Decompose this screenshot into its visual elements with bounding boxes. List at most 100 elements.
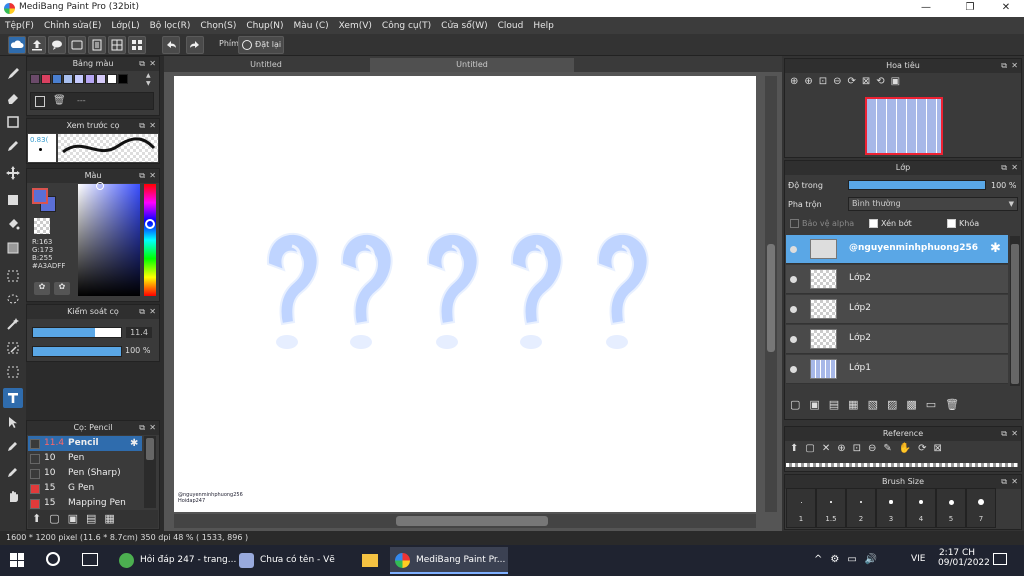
cloud-icon[interactable] bbox=[8, 36, 26, 54]
palette-swatch[interactable] bbox=[74, 74, 84, 84]
input-language[interactable]: VIE bbox=[911, 554, 926, 564]
eye-icon[interactable] bbox=[790, 276, 797, 283]
gradient-tool-icon[interactable] bbox=[3, 238, 23, 258]
rectangle-tool-icon[interactable] bbox=[3, 112, 23, 132]
lock-checkbox[interactable] bbox=[947, 219, 956, 228]
brush-size-cell[interactable]: 4 bbox=[906, 488, 936, 528]
menu-view[interactable]: Xem(V) bbox=[334, 21, 377, 31]
brush-size-value[interactable]: 11.4 bbox=[126, 327, 152, 338]
new-palette-icon[interactable] bbox=[35, 96, 45, 107]
tab-untitled-1[interactable]: Untitled bbox=[166, 58, 366, 72]
menu-layer[interactable]: Lớp(L) bbox=[106, 21, 144, 31]
eye-icon[interactable] bbox=[790, 336, 797, 343]
operation-tool-icon[interactable] bbox=[3, 412, 23, 432]
brush-size-cell[interactable]: 1.5 bbox=[816, 488, 846, 528]
close-icon[interactable]: ✕ bbox=[149, 169, 156, 183]
brush-size-slider[interactable] bbox=[32, 327, 122, 338]
brush-item[interactable]: 11.4 Pencil ✱ bbox=[28, 436, 142, 451]
saturation-value-picker[interactable] bbox=[78, 182, 140, 296]
brush-item[interactable]: 10 Pen bbox=[28, 451, 142, 466]
fill-rect-tool-icon[interactable] bbox=[3, 190, 23, 210]
brush-size-cell[interactable]: 3 bbox=[876, 488, 906, 528]
menu-color[interactable]: Màu (C) bbox=[289, 21, 334, 31]
blend-mode-select[interactable]: Bình thường ▼ bbox=[848, 197, 1018, 211]
trash-icon[interactable]: 🗑 bbox=[53, 95, 66, 108]
drawing-canvas[interactable]: @nguyenminhphuong256 Hoidap247 bbox=[174, 76, 756, 512]
select-tool-icon[interactable] bbox=[3, 266, 23, 286]
popout-icon[interactable]: ⧉ bbox=[1001, 475, 1007, 489]
notification-icon[interactable] bbox=[993, 553, 1007, 565]
menu-select[interactable]: Chọn(S) bbox=[195, 21, 241, 31]
popout-icon[interactable]: ⧉ bbox=[1001, 161, 1007, 175]
task-medibang[interactable]: MediBang Paint Pr... bbox=[390, 547, 508, 574]
reference-toolbar[interactable]: ⬆▢✕⊕⊡⊖✎✋⟳⊠ bbox=[786, 443, 1020, 461]
close-icon[interactable]: ✕ bbox=[149, 421, 156, 435]
brush-tool-icon[interactable] bbox=[3, 64, 23, 84]
palette-swatch[interactable] bbox=[85, 74, 95, 84]
close-icon[interactable]: ✕ bbox=[1011, 161, 1018, 175]
popout-icon[interactable]: ⧉ bbox=[1001, 59, 1007, 73]
maximize-button[interactable]: ❐ bbox=[956, 1, 984, 16]
navigator-toolbar[interactable]: ⊕⊕⊡⊖⟳⊠⟲▣ bbox=[786, 76, 1020, 94]
clock[interactable]: 2:17 CH 09/01/2022 bbox=[938, 548, 990, 568]
gear-icon[interactable]: ✱ bbox=[130, 436, 138, 451]
palette-swatch[interactable] bbox=[41, 74, 51, 84]
palette-swatch[interactable] bbox=[107, 74, 117, 84]
grid-icon[interactable] bbox=[128, 36, 146, 54]
menu-filter[interactable]: Bộ lọc(R) bbox=[145, 21, 196, 31]
close-icon[interactable]: ✕ bbox=[149, 57, 156, 71]
layer-row[interactable]: Lớp2 bbox=[786, 295, 1008, 324]
layer-opacity-slider[interactable] bbox=[848, 180, 986, 190]
pen-tool-icon[interactable] bbox=[3, 136, 23, 156]
eye-icon[interactable] bbox=[790, 366, 797, 373]
pages-icon[interactable] bbox=[108, 36, 126, 54]
brush-size-cell[interactable]: 5 bbox=[936, 488, 966, 528]
protect-alpha-checkbox[interactable] bbox=[790, 219, 799, 228]
layer-row[interactable]: Lớp2 bbox=[786, 325, 1008, 354]
task-paint[interactable]: Chưa có tên - Vẽ bbox=[234, 547, 354, 574]
undo-icon[interactable] bbox=[162, 36, 180, 54]
palette-scroll-icon[interactable]: ▲ ▼ bbox=[146, 72, 154, 88]
popout-icon[interactable]: ⧉ bbox=[139, 421, 145, 435]
tab-untitled-2[interactable]: Untitled bbox=[370, 58, 574, 72]
popout-icon[interactable]: ⧉ bbox=[139, 57, 145, 71]
magic-wand-icon[interactable] bbox=[3, 314, 23, 334]
brush-item[interactable]: 15 Mapping Pen bbox=[28, 496, 142, 511]
move-tool-icon[interactable] bbox=[3, 163, 23, 183]
palette-swatch[interactable] bbox=[52, 74, 62, 84]
palette-swatch[interactable] bbox=[30, 74, 40, 84]
close-icon[interactable]: ✕ bbox=[1011, 427, 1018, 441]
color-slider-icon[interactable]: ✿ bbox=[54, 282, 70, 295]
transparent-color[interactable] bbox=[34, 218, 50, 234]
upload-icon[interactable] bbox=[28, 36, 46, 54]
menu-edit[interactable]: Chỉnh sửa(E) bbox=[39, 21, 106, 31]
lasso-tool-icon[interactable] bbox=[3, 290, 23, 310]
brush-size-cell[interactable]: 7 bbox=[966, 488, 996, 528]
bucket-tool-icon[interactable] bbox=[3, 214, 23, 234]
popout-icon[interactable]: ⧉ bbox=[1001, 427, 1007, 441]
redo-icon[interactable] bbox=[186, 36, 204, 54]
menu-window[interactable]: Cửa sổ(W) bbox=[436, 21, 492, 31]
popout-icon[interactable]: ⧉ bbox=[139, 305, 145, 319]
brush-list-toolbar[interactable]: ⬆▢▣▤▦ bbox=[28, 510, 158, 528]
popout-icon[interactable]: ⧉ bbox=[139, 119, 145, 133]
text-tool-icon[interactable] bbox=[3, 388, 23, 408]
palette-swatch[interactable] bbox=[63, 74, 73, 84]
hue-slider[interactable] bbox=[144, 184, 156, 296]
palette-swatch[interactable] bbox=[96, 74, 106, 84]
comment-icon[interactable] bbox=[48, 36, 66, 54]
navigator-thumbnail[interactable] bbox=[865, 97, 943, 155]
clipping-checkbox[interactable] bbox=[869, 219, 878, 228]
menu-help[interactable]: Help bbox=[528, 21, 559, 31]
layer-row[interactable]: @nguyenminhphuong256 ✱ bbox=[786, 235, 1008, 264]
brush-size-cell[interactable]: 2 bbox=[846, 488, 876, 528]
eye-icon[interactable] bbox=[790, 246, 797, 253]
layer-row[interactable]: Lớp2 bbox=[786, 265, 1008, 294]
eraser-tool-icon[interactable] bbox=[3, 88, 23, 108]
windows-start-icon[interactable] bbox=[10, 553, 24, 567]
close-icon[interactable]: ✕ bbox=[149, 305, 156, 319]
menu-file[interactable]: Tệp(F) bbox=[0, 21, 39, 31]
search-icon[interactable] bbox=[46, 552, 60, 566]
layer-scrollbar[interactable] bbox=[1010, 236, 1020, 386]
menu-snap[interactable]: Chụp(N) bbox=[241, 21, 288, 31]
